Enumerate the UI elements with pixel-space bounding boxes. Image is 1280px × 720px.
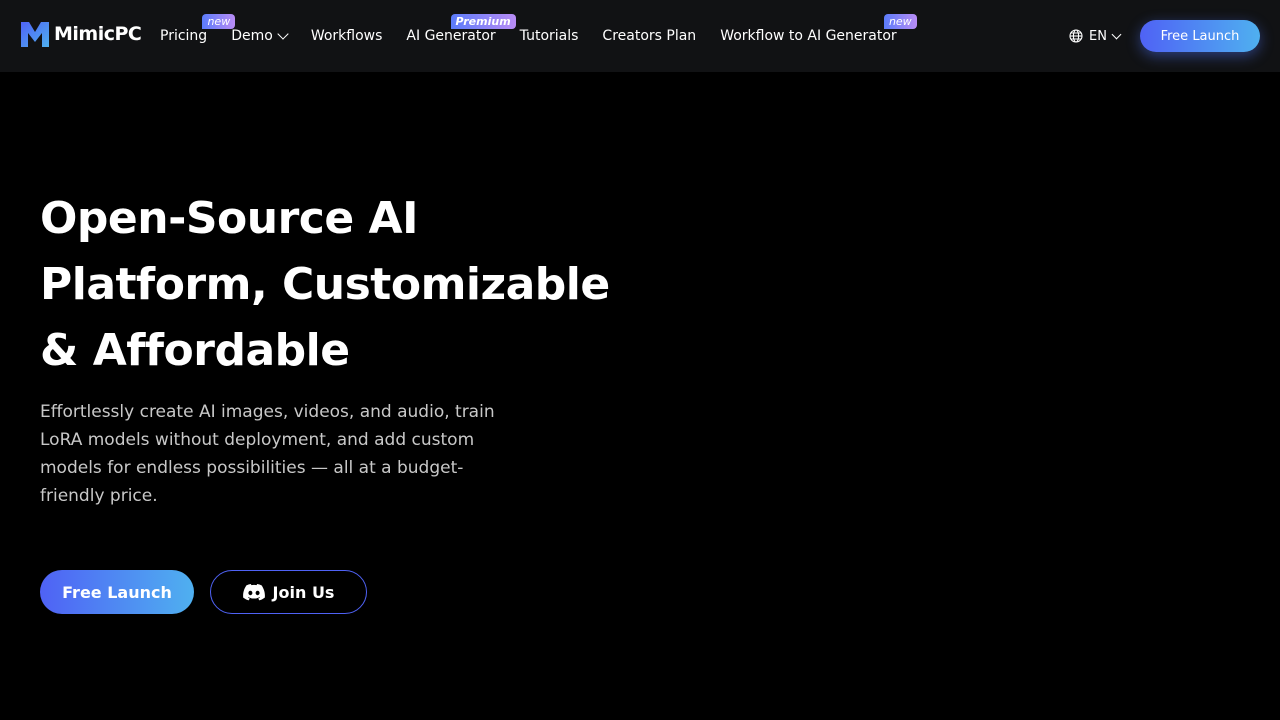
nav-workflows-label: Workflows bbox=[310, 28, 383, 44]
header-free-launch-button[interactable]: Free Launch bbox=[1140, 20, 1260, 52]
hero-subtitle: Effortlessly create AI images, videos, a… bbox=[40, 402, 495, 506]
premium-badge: Premium bbox=[450, 14, 516, 29]
nav-ai-generator[interactable]: AI Generator Premium bbox=[406, 0, 516, 76]
nav-demo-label: Demo bbox=[231, 28, 273, 44]
hero-title-line: Open-Source AI bbox=[40, 193, 418, 244]
nav-creators-plan[interactable]: Creators Plan bbox=[602, 0, 696, 76]
free-launch-button[interactable]: Free Launch bbox=[40, 570, 194, 614]
nav-workflow-to-ai-generator-label: Workflow to AI Generator bbox=[720, 28, 897, 44]
nav-ai-generator-label: AI Generator bbox=[406, 28, 496, 44]
chevron-down-icon bbox=[1111, 29, 1122, 39]
top-navbar: MimicPC Pricing new Demo Workflows AI Ge… bbox=[0, 0, 1280, 72]
nav-workflows[interactable]: Workflows bbox=[311, 0, 383, 76]
nav-pricing-label: Pricing bbox=[160, 28, 208, 44]
join-us-label: Join Us bbox=[272, 582, 335, 602]
new-badge: new bbox=[883, 14, 917, 29]
join-us-button[interactable]: Join Us bbox=[210, 570, 367, 614]
hero-title-line: & Affordable bbox=[40, 325, 350, 376]
nav-tutorials-label: Tutorials bbox=[519, 28, 579, 44]
hero-title: Open-Source AI Platform, Customizable & … bbox=[40, 186, 640, 384]
nav-pricing[interactable]: Pricing new bbox=[160, 0, 236, 76]
nav-tutorials[interactable]: Tutorials bbox=[520, 0, 579, 76]
brand-name: MimicPC bbox=[54, 23, 142, 45]
language-label: EN bbox=[1089, 28, 1107, 44]
globe-icon bbox=[1069, 29, 1083, 43]
discord-icon bbox=[242, 583, 265, 600]
m-logo-icon bbox=[21, 22, 49, 47]
chevron-down-icon bbox=[277, 28, 289, 40]
nav-demo-dropdown[interactable]: Demo bbox=[231, 0, 289, 76]
main-nav: Pricing new Demo Workflows AI Generator … bbox=[160, 0, 921, 72]
hero-title-line: Platform, Customizable bbox=[40, 259, 610, 310]
nav-workflow-to-ai-generator[interactable]: Workflow to AI Generator new bbox=[720, 0, 917, 76]
language-selector[interactable]: EN bbox=[1069, 27, 1122, 45]
brand-logo[interactable]: MimicPC bbox=[20, 20, 142, 48]
nav-creators-plan-label: Creators Plan bbox=[602, 28, 697, 44]
